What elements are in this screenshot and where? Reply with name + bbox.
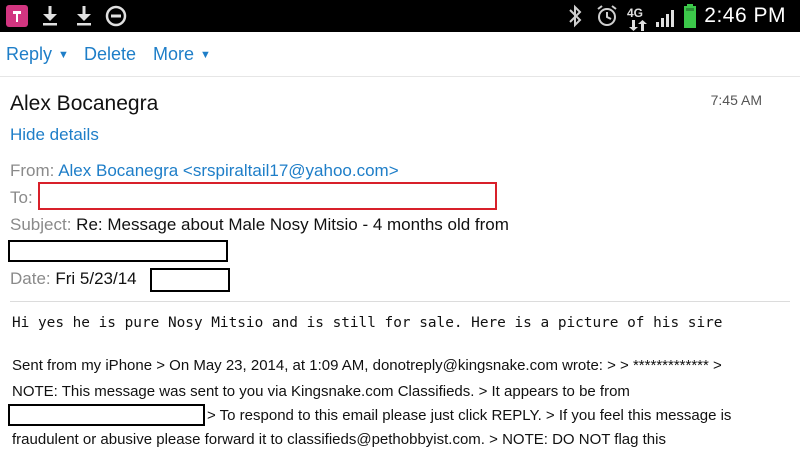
quoted-text-line-3: > To respond to this email please just c… — [207, 407, 732, 424]
date-value: Fri 5/23/14 — [55, 269, 137, 288]
from-row: From: Alex Bocanegra <srspiraltail17@yah… — [10, 161, 399, 181]
to-redaction-box — [38, 182, 497, 210]
signal-icon — [654, 0, 680, 32]
delete-button[interactable]: Delete — [84, 44, 136, 65]
reply-button[interactable]: Reply ▼ — [6, 44, 69, 65]
quoted-text-line-4: fraudulent or abusive please forward it … — [12, 431, 666, 448]
hide-details-link[interactable]: Hide details — [10, 125, 99, 145]
subject-value: Re: Message about Male Nosy Mitsio - 4 m… — [76, 215, 509, 234]
message-time: 7:45 AM — [710, 92, 762, 108]
more-dropdown-caret-icon: ▼ — [200, 49, 211, 61]
reply-button-label: Reply — [6, 44, 53, 64]
network-label: 4G — [627, 6, 643, 20]
date-row: Date: Fri 5/23/14 — [10, 269, 137, 289]
to-row: To: — [10, 188, 33, 208]
battery-icon — [680, 0, 702, 32]
reply-dropdown-caret-icon: ▼ — [58, 49, 69, 61]
from-label: From: — [10, 161, 55, 180]
date-label: Date: — [10, 269, 51, 288]
alarm-icon — [594, 0, 620, 32]
header-divider — [10, 301, 790, 302]
more-button-label: More — [153, 44, 195, 64]
date-redaction-box — [150, 268, 230, 292]
status-bar: 4G 2:46 PM — [0, 0, 800, 32]
t-mobile-icon — [6, 5, 28, 27]
more-button[interactable]: More ▼ — [153, 44, 211, 65]
bluetooth-icon — [566, 0, 584, 32]
email-screen: 4G 2:46 PM Reply ▼ Delete More ▼ Alex Bo… — [0, 0, 800, 450]
4g-icon: 4G — [626, 0, 652, 32]
from-address-link[interactable]: Alex Bocanegra <srspiraltail17@yahoo.com… — [58, 161, 398, 180]
email-action-bar: Reply ▼ Delete More ▼ — [0, 32, 800, 77]
subject-row: Subject: Re: Message about Male Nosy Mit… — [10, 215, 509, 235]
status-clock: 2:46 PM — [704, 4, 786, 27]
download-icon — [74, 0, 94, 32]
quoted-redaction-box — [8, 404, 205, 426]
to-label: To: — [10, 188, 33, 207]
do-not-disturb-icon — [104, 0, 128, 32]
quoted-text-line-2: NOTE: This message was sent to you via K… — [12, 383, 630, 400]
download-icon — [40, 0, 60, 32]
subject-redaction-box — [8, 240, 228, 262]
subject-label: Subject: — [10, 215, 72, 234]
sender-name: Alex Bocanegra — [10, 92, 159, 115]
quoted-text-line-1: Sent from my iPhone > On May 23, 2014, a… — [12, 357, 722, 374]
message-body-line: Hi yes he is pure Nosy Mitsio and is sti… — [12, 315, 723, 331]
